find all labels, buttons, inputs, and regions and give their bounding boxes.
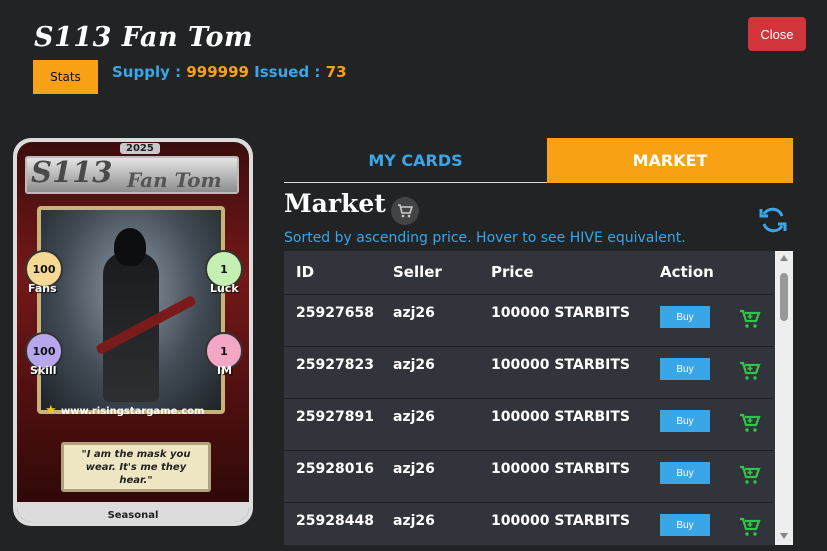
stats-button[interactable]: Stats xyxy=(33,60,98,94)
scroll-thumb[interactable] xyxy=(780,273,788,321)
row-id: 25927891 xyxy=(296,409,374,425)
page-title: S113 Fan Tom xyxy=(34,22,254,53)
cart-icon[interactable] xyxy=(391,197,419,225)
table-row: 25928016 azj26 100000 STARBITS Buy xyxy=(284,450,774,502)
card-face: 2025 S113 Fan Tom 100 Fans 1 Luck 100 Sk… xyxy=(17,142,249,522)
card-url: www.risingstargame.com xyxy=(61,406,205,417)
supply-value: 999999 xyxy=(186,63,249,81)
row-seller: azj26 xyxy=(393,305,435,321)
row-id: 25928448 xyxy=(296,513,374,529)
im-label: IM xyxy=(217,364,233,377)
buy-button[interactable]: Buy xyxy=(660,462,710,484)
card-name: Fan Tom xyxy=(127,168,222,192)
row-price: 100000 STARBITS xyxy=(491,461,630,477)
close-button[interactable]: Close xyxy=(748,17,806,51)
supply-label: Supply : xyxy=(112,63,187,81)
row-seller: azj26 xyxy=(393,461,435,477)
luck-label: Luck xyxy=(210,282,239,295)
add-to-cart-icon[interactable] xyxy=(739,413,761,433)
scroll-down-arrow[interactable] xyxy=(780,533,788,539)
buy-button[interactable]: Buy xyxy=(660,358,710,380)
tab-my-cards[interactable]: MY CARDS xyxy=(284,138,547,183)
table-row: 25927658 azj26 100000 STARBITS Buy xyxy=(284,294,774,346)
row-price: 100000 STARBITS xyxy=(491,305,630,321)
table-row: 25928448 azj26 100000 STARBITS Buy xyxy=(284,502,774,545)
row-price: 100000 STARBITS xyxy=(491,513,630,529)
card-rarity: Seasonal xyxy=(107,510,159,521)
scrollbar[interactable] xyxy=(775,251,793,545)
luck-value: 1 xyxy=(220,262,228,276)
tab-market[interactable]: MARKET xyxy=(547,138,793,183)
mask-head xyxy=(114,228,146,266)
col-action: Action xyxy=(660,263,714,281)
card-artwork xyxy=(37,206,225,414)
star-icon: ★ xyxy=(45,403,57,418)
row-price: 100000 STARBITS xyxy=(491,409,630,425)
row-id: 25927658 xyxy=(296,305,374,321)
fans-value: 100 xyxy=(32,262,56,276)
row-seller: azj26 xyxy=(393,513,435,529)
add-to-cart-icon[interactable] xyxy=(739,465,761,485)
card-image: 2025 S113 Fan Tom 100 Fans 1 Luck 100 Sk… xyxy=(13,138,253,526)
row-seller: azj26 xyxy=(393,357,435,373)
card-quote: "I am the mask you wear. It's me they he… xyxy=(61,442,211,492)
sort-hint: Sorted by ascending price. Hover to see … xyxy=(284,230,686,246)
supply-info: Supply : 999999 Issued : 73 xyxy=(112,63,347,81)
im-value: 1 xyxy=(220,344,228,358)
col-price: Price xyxy=(491,263,534,281)
col-id: ID xyxy=(296,263,315,281)
buy-button[interactable]: Buy xyxy=(660,306,710,328)
row-seller: azj26 xyxy=(393,409,435,425)
skill-label: Skill xyxy=(30,364,57,377)
market-table: ID Seller Price Action 25927658 azj26 1000… xyxy=(284,251,793,545)
issued-label: Issued : xyxy=(248,63,326,81)
buy-button[interactable]: Buy xyxy=(660,410,710,432)
table-row: 25927891 azj26 100000 STARBITS Buy xyxy=(284,398,774,450)
skill-value: 100 xyxy=(32,344,56,358)
issued-value: 73 xyxy=(325,63,347,81)
refresh-icon[interactable] xyxy=(757,204,789,236)
card-series: S113 xyxy=(31,155,113,189)
buy-button[interactable]: Buy xyxy=(660,514,710,536)
row-id: 25927823 xyxy=(296,357,374,373)
scroll-up-arrow[interactable] xyxy=(780,255,788,261)
table-header: ID Seller Price Action xyxy=(284,251,774,294)
add-to-cart-icon[interactable] xyxy=(739,309,761,329)
card-year: 2025 xyxy=(120,143,160,154)
col-seller: Seller xyxy=(393,263,442,281)
add-to-cart-icon[interactable] xyxy=(739,517,761,537)
add-to-cart-icon[interactable] xyxy=(739,361,761,381)
fans-label: Fans xyxy=(28,282,57,295)
row-id: 25928016 xyxy=(296,461,374,477)
table-row: 25927823 azj26 100000 STARBITS Buy xyxy=(284,346,774,398)
market-heading: Market xyxy=(284,189,386,218)
row-price: 100000 STARBITS xyxy=(491,357,630,373)
